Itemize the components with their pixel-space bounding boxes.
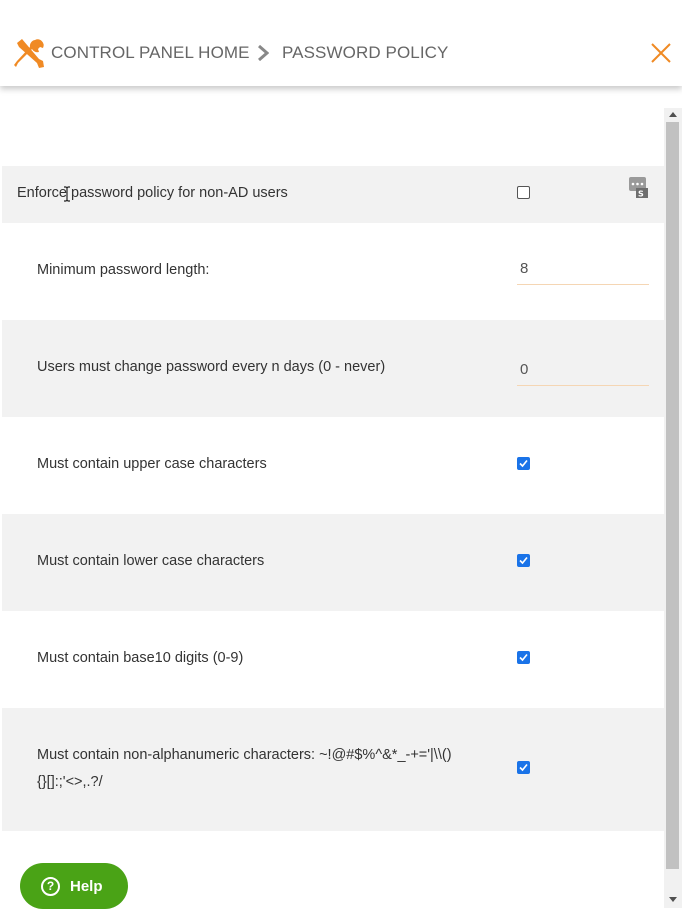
special-chars-label-line1: Must contain non-alphanumeric characters… bbox=[37, 747, 452, 763]
svg-text:S: S bbox=[638, 190, 644, 199]
min-length-label: Minimum password length: bbox=[37, 262, 210, 278]
change-days-input[interactable]: 0 bbox=[517, 356, 649, 386]
enforce-policy-row: Enforce password policy for non-AD users bbox=[2, 166, 664, 223]
lower-case-row: Must contain lower case characters bbox=[2, 514, 664, 611]
change-days-row: Users must change password every n days … bbox=[2, 320, 664, 417]
min-length-input[interactable]: 8 bbox=[517, 255, 649, 285]
scroll-down-arrow-icon[interactable] bbox=[669, 897, 677, 902]
text-cursor-icon bbox=[64, 186, 70, 202]
close-icon[interactable] bbox=[650, 42, 672, 64]
help-button[interactable]: ? Help bbox=[20, 863, 128, 909]
enforce-policy-label: Enforce password policy for non-AD users bbox=[17, 185, 288, 201]
tools-icon bbox=[14, 39, 44, 68]
upper-case-checkbox[interactable] bbox=[517, 457, 530, 470]
breadcrumb-home[interactable]: CONTROL PANEL HOME bbox=[51, 43, 250, 63]
change-days-label: Users must change password every n days … bbox=[37, 359, 386, 375]
scrollbar-thumb[interactable] bbox=[666, 122, 679, 869]
special-chars-label-line2: {}[]:;'<>,.?/ bbox=[37, 774, 103, 790]
lower-case-label: Must contain lower case characters bbox=[37, 553, 265, 569]
special-chars-row: Must contain non-alphanumeric characters… bbox=[2, 708, 664, 831]
help-circle-icon: ? bbox=[41, 877, 60, 896]
chevron-right-icon bbox=[258, 45, 269, 61]
scroll-up-arrow-icon[interactable] bbox=[669, 112, 677, 117]
special-chars-checkbox[interactable] bbox=[517, 761, 530, 774]
lower-case-checkbox[interactable] bbox=[517, 554, 530, 567]
breadcrumb-current: PASSWORD POLICY bbox=[282, 43, 449, 62]
upper-case-label: Must contain upper case characters bbox=[37, 456, 267, 472]
upper-case-row: Must contain upper case characters bbox=[2, 417, 664, 514]
min-length-row: Minimum password length: 8 bbox=[2, 223, 664, 320]
digits-row: Must contain base10 digits (0-9) bbox=[2, 611, 664, 708]
password-manager-icon[interactable]: S bbox=[628, 176, 648, 198]
digits-checkbox[interactable] bbox=[517, 651, 530, 664]
header: CONTROL PANEL HOME PASSWORD POLICY bbox=[0, 0, 682, 86]
policy-form: Enforce password policy for non-AD users… bbox=[0, 86, 664, 923]
digits-label: Must contain base10 digits (0-9) bbox=[37, 650, 244, 666]
enforce-policy-checkbox[interactable] bbox=[517, 186, 530, 199]
